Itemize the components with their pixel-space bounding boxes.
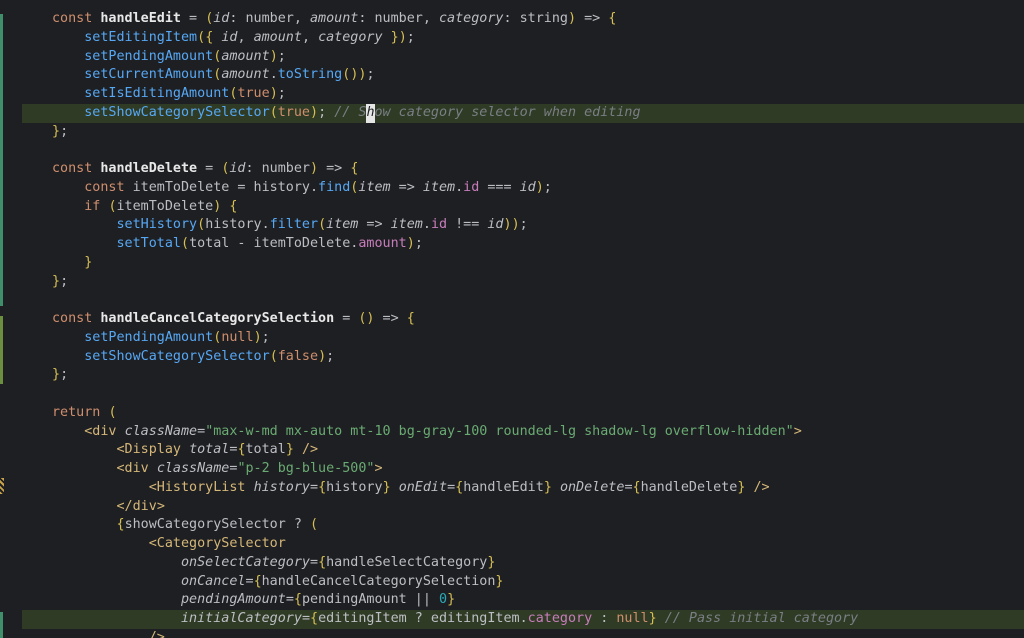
code-line[interactable]: setHistory(history.filter(item => item.i…: [22, 216, 1024, 235]
code-line[interactable]: <div className="p-2 bg-blue-500">: [22, 460, 1024, 479]
code-line[interactable]: {showCategorySelector ? (: [22, 516, 1024, 535]
code-line[interactable]: }: [22, 254, 1024, 273]
code-line[interactable]: const handleEdit = (id: number, amount: …: [22, 10, 1024, 29]
code-line[interactable]: <Display total={total} />: [22, 441, 1024, 460]
code-line[interactable]: <div className="max-w-md mx-auto mt-10 b…: [22, 423, 1024, 442]
code-line[interactable]: const handleDelete = (id: number) => {: [22, 160, 1024, 179]
code-line[interactable]: ​: [22, 141, 1024, 160]
code-line[interactable]: </div>: [22, 498, 1024, 517]
code-line[interactable]: onCancel={handleCancelCategorySelection}: [22, 573, 1024, 592]
code-line-highlighted[interactable]: initialCategory={editingItem ? editingIt…: [22, 610, 1024, 629]
code-line[interactable]: />: [22, 629, 1024, 638]
change-bar-2[interactable]: [0, 316, 3, 384]
code-line[interactable]: setTotal(total - itemToDelete.amount);: [22, 235, 1024, 254]
code-editor[interactable]: const handleEdit = (id: number, amount: …: [0, 0, 1024, 638]
code-line[interactable]: setPendingAmount(null);: [22, 329, 1024, 348]
code-line[interactable]: ​: [22, 385, 1024, 404]
code-line[interactable]: pendingAmount={pendingAmount || 0}: [22, 591, 1024, 610]
code-line[interactable]: setIsEditingAmount(true);: [22, 85, 1024, 104]
editor-gutter: [0, 0, 22, 638]
code-line[interactable]: };: [22, 366, 1024, 385]
warning-marker-icon[interactable]: [0, 478, 4, 494]
code-line[interactable]: };: [22, 273, 1024, 292]
code-line[interactable]: };: [22, 123, 1024, 142]
code-line[interactable]: onSelectCategory={handleSelectCategory}: [22, 554, 1024, 573]
change-bar-1[interactable]: [0, 14, 3, 306]
code-line[interactable]: ​: [22, 291, 1024, 310]
code-line[interactable]: setPendingAmount(amount);: [22, 48, 1024, 67]
code-line[interactable]: if (itemToDelete) {: [22, 198, 1024, 217]
code-line[interactable]: <HistoryList history={history} onEdit={h…: [22, 479, 1024, 498]
code-line[interactable]: setShowCategorySelector(false);: [22, 348, 1024, 367]
code-line[interactable]: <CategorySelector: [22, 535, 1024, 554]
code-line[interactable]: setCurrentAmount(amount.toString());: [22, 66, 1024, 85]
code-line-current[interactable]: setShowCategorySelector(true); // Show c…: [22, 103, 1024, 123]
code-line[interactable]: setEditingItem({ id, amount, category })…: [22, 29, 1024, 48]
change-bar-3[interactable]: [0, 612, 3, 638]
code-area[interactable]: const handleEdit = (id: number, amount: …: [22, 10, 1024, 638]
code-line[interactable]: const handleCancelCategorySelection = ()…: [22, 310, 1024, 329]
code-line[interactable]: return (: [22, 404, 1024, 423]
code-line[interactable]: const itemToDelete = history.find(item =…: [22, 179, 1024, 198]
